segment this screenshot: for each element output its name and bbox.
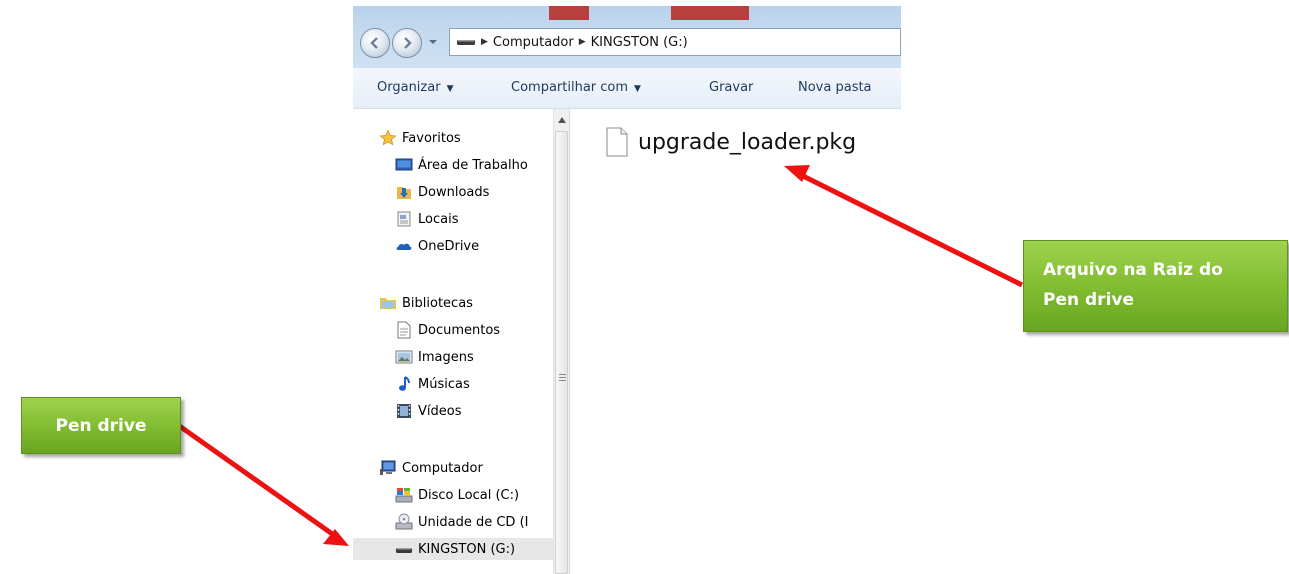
organize-label: Organizar <box>377 80 441 95</box>
nav-label: Documentos <box>418 322 501 338</box>
callout-text-line2: Pen drive <box>1043 290 1135 310</box>
breadcrumb-separator-icon: ▶ <box>578 37 586 47</box>
nav-item-places[interactable]: Locais <box>395 208 458 230</box>
nav-label: KINGSTON (G:) <box>418 541 516 557</box>
nav-label: Disco Local (C:) <box>418 487 520 503</box>
nav-label: Músicas <box>418 376 470 392</box>
nav-label: Favoritos <box>402 130 461 146</box>
background-window-strip <box>549 6 589 20</box>
file-item[interactable]: upgrade_loader.pkg <box>606 127 856 157</box>
command-bar: Organizar ▼ Compartilhar com ▼ Gravar Nova… <box>353 68 901 109</box>
nav-label: Vídeos <box>418 403 462 419</box>
title-bar: ▶ Computador ▶ KINGSTON (G:) <box>353 6 901 68</box>
nav-item-desktop[interactable]: Área de Trabalho <box>395 154 553 176</box>
callout-text: Pen drive <box>55 415 147 436</box>
arrow-right-icon <box>404 37 412 49</box>
arrow-to-pen-drive <box>176 422 340 541</box>
explorer-window: ▶ Computador ▶ KINGSTON (G:) Organizar ▼ … <box>353 6 901 574</box>
hard-disk-icon <box>395 486 413 504</box>
nav-label: Imagens <box>418 349 474 365</box>
arrow-head-icon <box>323 529 349 546</box>
recent-pages-button[interactable] <box>427 36 439 48</box>
nav-label: Área de Trabalho <box>418 157 528 173</box>
computer-icon <box>379 459 397 477</box>
recent-places-icon <box>395 210 413 228</box>
grip-icon <box>559 374 566 381</box>
breadcrumb-kingston[interactable]: KINGSTON (G:) <box>591 35 688 50</box>
nav-label: Locais <box>418 211 459 227</box>
file-list: upgrade_loader.pkg <box>570 109 901 574</box>
callout-text-line1: Arquivo na Raiz do <box>1043 260 1223 280</box>
nav-pane-scrollbar[interactable] <box>553 109 569 574</box>
scroll-up-arrow-icon[interactable] <box>556 115 568 125</box>
chevron-down-icon: ▼ <box>634 84 641 94</box>
file-location-callout: Arquivo na Raiz do Pen drive <box>1023 240 1288 332</box>
star-icon <box>379 129 397 147</box>
chevron-down-icon: ▼ <box>446 84 454 94</box>
burn-button[interactable]: Gravar <box>709 80 753 95</box>
nav-favorites[interactable]: Favoritos <box>379 127 461 149</box>
background-window-strip <box>671 6 749 20</box>
nav-label: Computador <box>402 460 483 476</box>
music-icon <box>395 375 413 393</box>
share-label: Compartilhar com <box>511 80 629 95</box>
back-button[interactable] <box>360 28 390 58</box>
cd-drive-icon <box>395 513 413 531</box>
nav-item-cd-drive[interactable]: Unidade de CD (I <box>395 511 553 533</box>
nav-label: Unidade de CD (I <box>418 514 529 530</box>
arrow-left-icon <box>370 37 378 49</box>
nav-item-documents[interactable]: Documentos <box>395 319 500 341</box>
new-folder-button[interactable]: Nova pasta <box>798 80 872 95</box>
nav-item-local-disk[interactable]: Disco Local (C:) <box>395 484 519 506</box>
usb-drive-icon <box>456 36 476 48</box>
downloads-icon <box>395 183 413 201</box>
breadcrumb-separator-icon: ▶ <box>481 37 488 47</box>
address-bar[interactable]: ▶ Computador ▶ KINGSTON (G:) <box>449 28 901 56</box>
nav-label: Bibliotecas <box>402 295 473 311</box>
file-name: upgrade_loader.pkg <box>638 129 857 155</box>
forward-button[interactable] <box>392 28 422 58</box>
nav-item-music[interactable]: Músicas <box>395 373 470 395</box>
nav-item-pictures[interactable]: Imagens <box>395 346 474 368</box>
scrollbar-thumb[interactable] <box>555 131 568 574</box>
nav-item-videos[interactable]: Vídeos <box>395 400 461 422</box>
usb-drive-icon <box>395 540 413 558</box>
nav-computer[interactable]: Computador <box>379 457 483 479</box>
nav-item-kingston[interactable]: KINGSTON (G:) <box>353 538 553 560</box>
organize-button[interactable]: Organizar ▼ <box>377 80 453 95</box>
desktop-icon <box>395 156 413 174</box>
pictures-icon <box>395 348 413 366</box>
breadcrumb-computer[interactable]: Computador <box>493 35 574 50</box>
navigation-pane: Favoritos Área de Trabalho Downloads Loc… <box>353 109 553 574</box>
pen-drive-callout: Pen drive <box>21 397 181 454</box>
video-icon <box>395 402 413 420</box>
nav-label: Downloads <box>418 184 490 200</box>
share-with-button[interactable]: Compartilhar com ▼ <box>511 80 641 95</box>
chevron-down-icon <box>429 40 437 44</box>
nav-item-downloads[interactable]: Downloads <box>395 181 489 203</box>
cloud-icon <box>395 237 413 255</box>
nav-label: OneDrive <box>418 238 480 254</box>
nav-item-onedrive[interactable]: OneDrive <box>395 235 479 257</box>
document-library-icon <box>395 321 413 339</box>
nav-libraries[interactable]: Bibliotecas <box>379 292 473 314</box>
document-icon <box>606 127 628 157</box>
library-icon <box>379 294 397 312</box>
